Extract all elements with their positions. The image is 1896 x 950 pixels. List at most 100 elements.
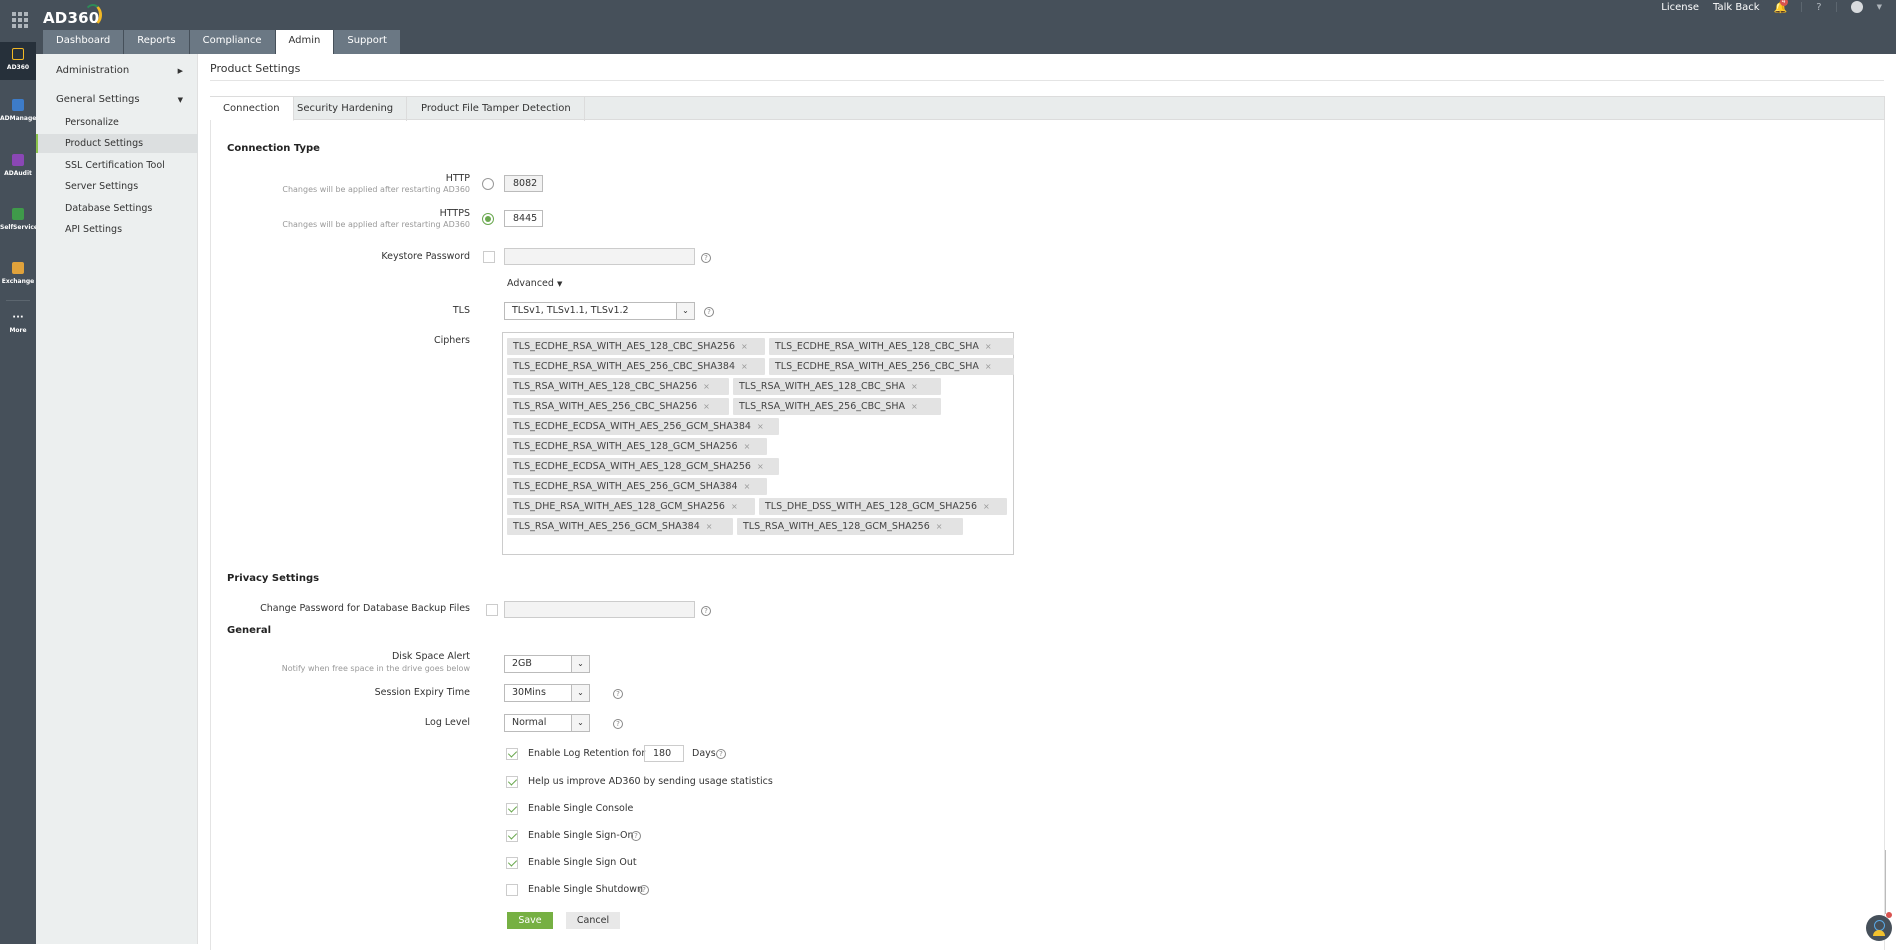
log-retention-label: Enable Log Retention for bbox=[528, 748, 646, 759]
disk-space-alert-label: Disk Space Alert bbox=[391, 651, 470, 662]
remove-icon[interactable]: × bbox=[985, 362, 992, 371]
rail-item-exchange[interactable]: Exchange bbox=[0, 262, 36, 285]
tab-security-hardening[interactable]: Security Hardening bbox=[284, 96, 408, 121]
top-bar: AD360 License Talk Back 🔔 4 ? ▼ Dashboard… bbox=[0, 0, 1896, 54]
tab-support[interactable]: Support bbox=[334, 30, 401, 54]
remove-icon[interactable]: × bbox=[757, 422, 764, 431]
ciphers-multiselect[interactable]: TLS_ECDHE_RSA_WITH_AES_128_CBC_SHA256 × TL… bbox=[502, 332, 1014, 555]
apps-grid-icon[interactable] bbox=[12, 12, 28, 28]
cipher-chip: TLS_RSA_WITH_AES_128_CBC_SHA × bbox=[733, 378, 941, 395]
help-icon[interactable]: ? bbox=[701, 253, 711, 263]
rail-item-admanager[interactable]: ADManager bbox=[0, 99, 39, 122]
sidebar-section-administration[interactable]: Administration bbox=[56, 65, 129, 76]
rail-item-selfservice[interactable]: SelfService bbox=[0, 208, 38, 231]
cipher-chip: TLS_RSA_WITH_AES_256_CBC_SHA256 × bbox=[507, 398, 729, 415]
tls-select[interactable]: TLSv1, TLSv1.1, TLSv1.2 ⌄ bbox=[504, 302, 695, 320]
remove-icon[interactable]: × bbox=[706, 522, 713, 531]
help-icon[interactable]: ? bbox=[631, 831, 641, 841]
help-icon[interactable]: ? bbox=[716, 749, 726, 759]
single-sign-on-checkbox[interactable] bbox=[506, 830, 518, 842]
remove-icon[interactable]: × bbox=[983, 502, 990, 511]
rail-item-more[interactable]: ··· More bbox=[0, 312, 36, 334]
tab-dashboard[interactable]: Dashboard bbox=[43, 30, 125, 54]
chevron-down-icon[interactable]: ⌄ bbox=[571, 715, 589, 731]
cipher-chip: TLS_DHE_DSS_WITH_AES_128_GCM_SHA256 × bbox=[759, 498, 1007, 515]
rail-item-ad360[interactable]: AD360 bbox=[0, 42, 36, 80]
section-label: Administration bbox=[56, 65, 130, 76]
sidebar-section-general-settings[interactable]: General Settings bbox=[56, 94, 140, 105]
chevron-down-icon[interactable]: ⌄ bbox=[571, 656, 589, 672]
keystore-password-checkbox[interactable] bbox=[483, 251, 495, 263]
cipher-name: TLS_DHE_DSS_WITH_AES_128_GCM_SHA256 bbox=[765, 501, 978, 512]
cipher-chip: TLS_ECDHE_RSA_WITH_AES_128_CBC_SHA × bbox=[769, 338, 1014, 355]
single-sign-out-checkbox[interactable] bbox=[506, 857, 518, 869]
remove-icon[interactable]: × bbox=[731, 502, 738, 511]
support-chat-icon[interactable] bbox=[1866, 915, 1892, 941]
tab-compliance[interactable]: Compliance bbox=[189, 30, 276, 54]
keystore-password-input[interactable] bbox=[504, 248, 695, 265]
disk-space-alert-select[interactable]: 2GB ⌄ bbox=[504, 655, 590, 673]
help-icon[interactable]: ? bbox=[639, 885, 649, 895]
help-icon[interactable]: ? bbox=[1816, 2, 1821, 13]
https-radio[interactable] bbox=[482, 213, 494, 225]
remove-icon[interactable]: × bbox=[703, 402, 710, 411]
cipher-name: TLS_ECDHE_RSA_WITH_AES_256_GCM_SHA384 bbox=[513, 481, 738, 492]
log-level-select[interactable]: Normal ⌄ bbox=[504, 714, 590, 732]
single-console-checkbox[interactable] bbox=[506, 803, 518, 815]
https-port-input[interactable]: 8445 bbox=[504, 210, 543, 227]
user-avatar-icon[interactable] bbox=[1850, 1, 1863, 13]
tab-admin[interactable]: Admin bbox=[275, 30, 335, 54]
tab-reports[interactable]: Reports bbox=[124, 30, 190, 54]
remove-icon[interactable]: × bbox=[911, 382, 918, 391]
remove-icon[interactable]: × bbox=[744, 482, 751, 491]
help-icon[interactable]: ? bbox=[701, 606, 711, 616]
remove-icon[interactable]: × bbox=[936, 522, 943, 531]
help-icon[interactable]: ? bbox=[704, 307, 714, 317]
notification-bell-icon[interactable]: 🔔 4 bbox=[1774, 0, 1788, 14]
product-rail: AD360 ADManager ADAudit SelfService Exch… bbox=[0, 42, 39, 944]
http-radio[interactable] bbox=[482, 178, 494, 190]
cancel-button[interactable]: Cancel bbox=[566, 912, 620, 929]
remove-icon[interactable]: × bbox=[703, 382, 710, 391]
remove-icon[interactable]: × bbox=[741, 362, 748, 371]
help-icon[interactable]: ? bbox=[613, 719, 623, 729]
license-link[interactable]: License bbox=[1661, 2, 1699, 13]
chevron-down-icon[interactable]: ⌄ bbox=[676, 303, 694, 319]
tab-panel bbox=[210, 120, 1885, 950]
talk-back-link[interactable]: Talk Back bbox=[1713, 2, 1760, 13]
main-tabs: Dashboard Reports Compliance Admin Suppo… bbox=[43, 30, 401, 54]
chevron-right-icon[interactable]: ▶ bbox=[178, 67, 183, 75]
sidebar-item-personalize[interactable]: Personalize bbox=[36, 113, 198, 132]
cipher-chip: TLS_RSA_WITH_AES_256_GCM_SHA384 × bbox=[507, 518, 733, 535]
cipher-chip: TLS_ECDHE_RSA_WITH_AES_256_CBC_SHA384 × bbox=[507, 358, 765, 375]
session-expiry-select[interactable]: 30Mins ⌄ bbox=[504, 684, 590, 702]
help-icon[interactable]: ? bbox=[613, 689, 623, 699]
save-button[interactable]: Save bbox=[507, 912, 553, 929]
usage-statistics-checkbox[interactable] bbox=[506, 776, 518, 788]
header-links: License Talk Back 🔔 4 ? ▼ bbox=[1661, 0, 1896, 14]
remove-icon[interactable]: × bbox=[911, 402, 918, 411]
single-shutdown-checkbox[interactable] bbox=[506, 884, 518, 896]
http-port-input[interactable]: 8082 bbox=[504, 175, 543, 192]
ciphers-label: Ciphers bbox=[433, 335, 470, 346]
backup-password-checkbox[interactable] bbox=[486, 604, 498, 616]
chevron-down-icon[interactable]: ▼ bbox=[1877, 3, 1882, 11]
chevron-down-icon[interactable]: ▼ bbox=[178, 96, 183, 104]
remove-icon[interactable]: × bbox=[741, 342, 748, 351]
log-retention-checkbox[interactable] bbox=[506, 748, 518, 760]
keystore-password-label: Keystore Password bbox=[381, 251, 470, 262]
chevron-down-icon[interactable]: ⌄ bbox=[571, 685, 589, 701]
advanced-toggle[interactable]: Advanced ▼ bbox=[507, 278, 562, 289]
rail-item-adaudit[interactable]: ADAudit bbox=[0, 154, 36, 177]
log-retention-days-input[interactable]: 180 bbox=[644, 745, 684, 762]
tab-connection[interactable]: Connection bbox=[210, 96, 294, 121]
cipher-name: TLS_ECDHE_RSA_WITH_AES_128_CBC_SHA bbox=[775, 341, 979, 352]
page-title: Product Settings bbox=[210, 62, 301, 75]
remove-icon[interactable]: × bbox=[757, 462, 764, 471]
tab-product-file-tamper-detection[interactable]: Product File Tamper Detection bbox=[408, 96, 585, 121]
http-label: HTTP bbox=[445, 173, 470, 184]
sidebar-item-product-settings[interactable]: Product Settings bbox=[36, 134, 198, 153]
backup-password-input[interactable] bbox=[504, 601, 695, 618]
remove-icon[interactable]: × bbox=[985, 342, 992, 351]
remove-icon[interactable]: × bbox=[744, 442, 751, 451]
